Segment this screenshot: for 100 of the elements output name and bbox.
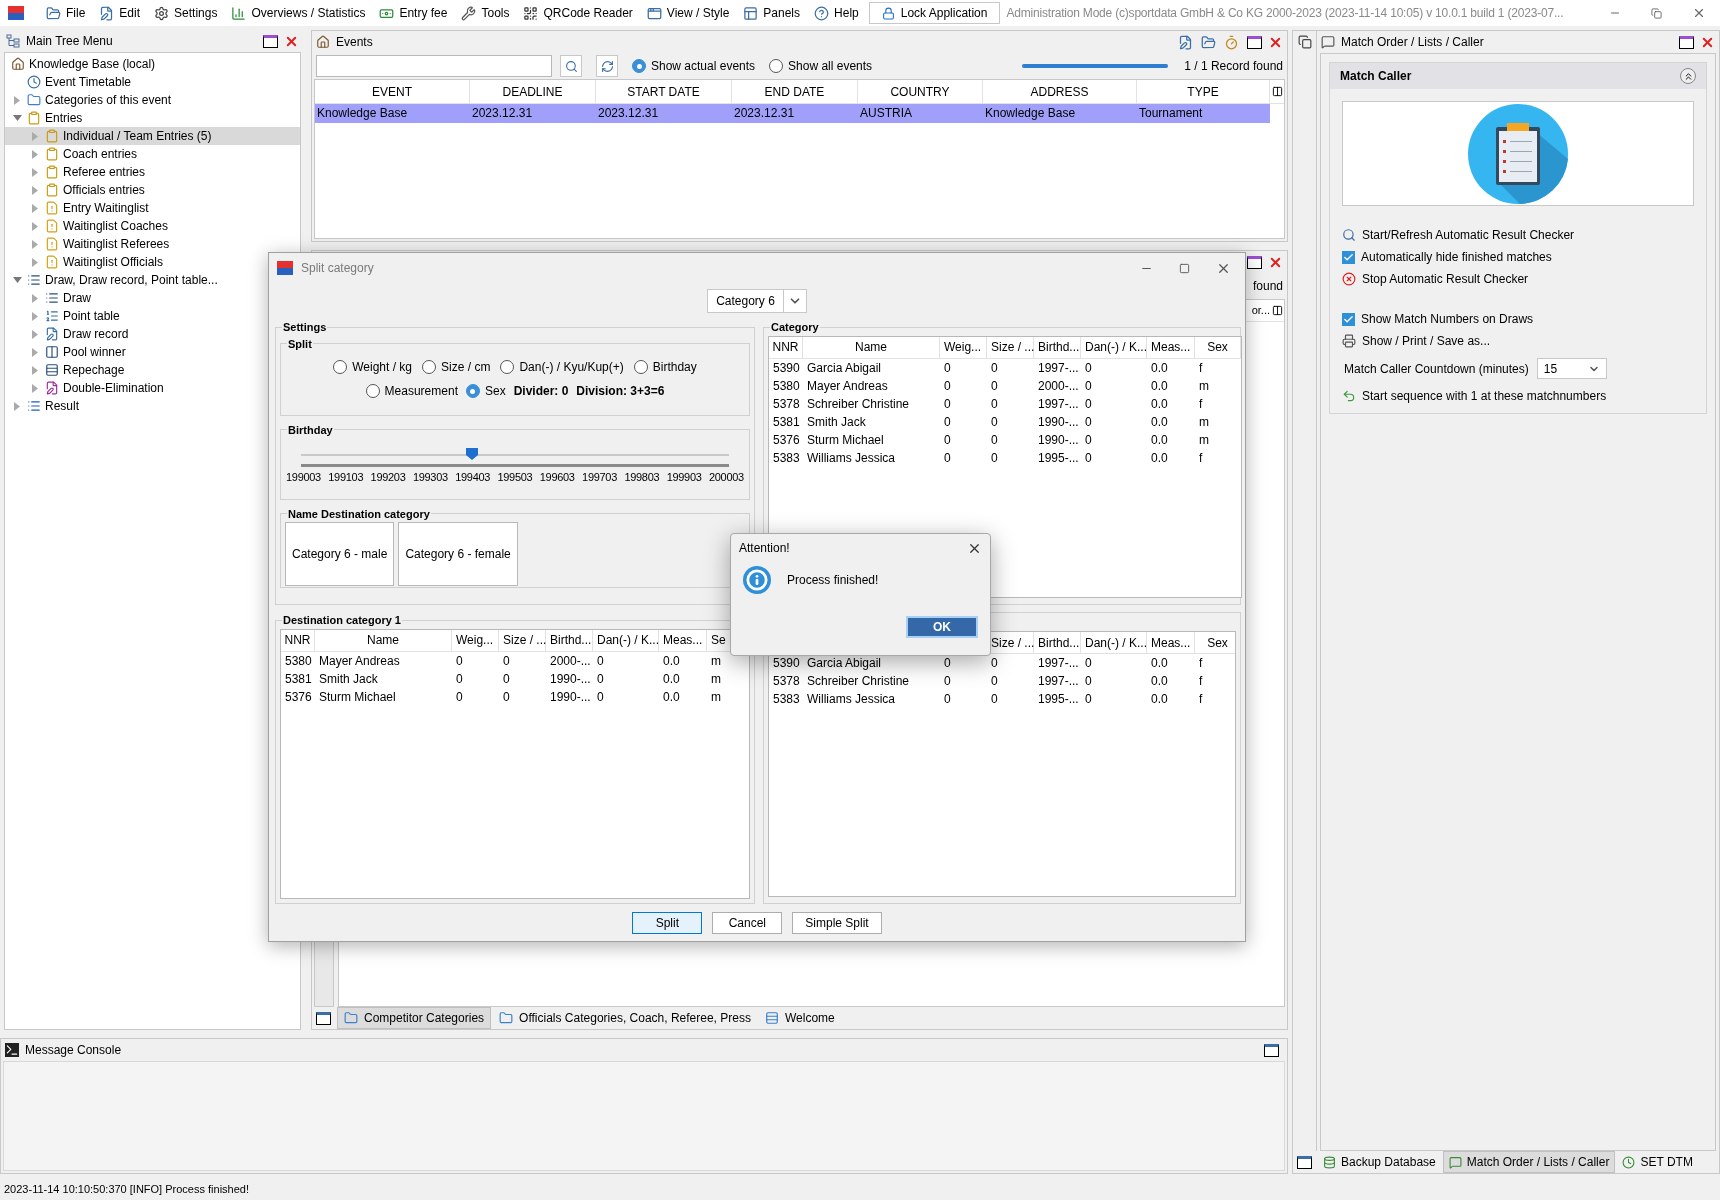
search-field[interactable] (316, 55, 552, 77)
collapsed-arrow-icon[interactable] (32, 221, 38, 231)
tab[interactable]: Welcome (758, 1007, 841, 1029)
tree-row[interactable]: Repechage (5, 361, 129, 379)
maximize-panel-button[interactable] (1247, 255, 1262, 269)
close-icon[interactable] (1692, 6, 1706, 20)
tree-row[interactable]: Point table (5, 307, 124, 325)
ok-button[interactable]: OK (906, 615, 978, 638)
collapse-button[interactable] (1680, 68, 1696, 84)
radio-label[interactable]: Measurement (384, 382, 458, 400)
column-header[interactable]: Meas... (1147, 632, 1195, 653)
tab[interactable]: Competitor Categories (337, 1007, 492, 1029)
maximize-panel-button[interactable] (1264, 1043, 1279, 1057)
dialog-button[interactable]: Cancel (712, 911, 783, 934)
menu-item[interactable]: Settings (154, 4, 218, 22)
column-header[interactable]: Name (803, 336, 940, 358)
menu-item[interactable]: Tools (461, 4, 510, 22)
folder-icon[interactable] (1201, 34, 1216, 50)
collapsed-arrow-icon[interactable] (14, 401, 20, 411)
column-header[interactable]: Weig... (452, 629, 499, 651)
slider-thumb[interactable] (466, 448, 479, 460)
collapsed-arrow-icon[interactable] (32, 365, 38, 375)
column-chooser-icon[interactable] (1272, 305, 1283, 316)
tree-row[interactable]: Referee entries (5, 163, 150, 181)
pages-icon[interactable] (1297, 35, 1312, 49)
tree-row[interactable]: Waitinglist Referees (5, 235, 174, 253)
tree-row[interactable]: Waitinglist Coaches (5, 217, 172, 235)
radio-button[interactable] (365, 384, 380, 398)
radio-label[interactable]: Size / cm (441, 358, 491, 376)
collapsed-arrow-icon[interactable] (32, 167, 38, 177)
menu-item[interactable]: Overviews / Statistics (231, 4, 366, 22)
dialog-button[interactable]: Simple Split (792, 911, 882, 934)
column-header[interactable]: Weig... (940, 336, 987, 358)
column-chooser-icon[interactable] (1271, 86, 1283, 97)
collapsed-arrow-icon[interactable] (32, 383, 38, 393)
collapsed-arrow-icon[interactable] (32, 203, 38, 213)
column-header[interactable]: DEADLINE (470, 80, 596, 103)
tree-row[interactable]: Entries (5, 109, 87, 127)
tree-row[interactable]: Draw, Draw record, Point table... (5, 271, 222, 289)
radio-button[interactable] (465, 384, 480, 398)
radio-label[interactable]: Weight / kg (352, 358, 413, 376)
collapsed-arrow-icon[interactable] (32, 239, 38, 249)
expanded-arrow-icon[interactable] (12, 277, 22, 283)
column-header[interactable]: Dan(-) / K... (593, 629, 659, 651)
menu-item[interactable]: Entry fee (379, 4, 448, 22)
tree-row[interactable]: Officials entries (5, 181, 149, 199)
menu-item[interactable]: File (46, 4, 86, 22)
column-header[interactable]: EVENT (315, 80, 470, 103)
tree-row[interactable]: Pool winner (5, 343, 130, 361)
maximize-panel-button[interactable] (1247, 35, 1262, 49)
collapsed-arrow-icon[interactable] (32, 149, 38, 159)
tree-row[interactable]: Result (5, 397, 83, 415)
action-link[interactable]: Stop Automatic Result Checker (1342, 270, 1694, 288)
collapsed-arrow-icon[interactable] (32, 329, 38, 339)
tab[interactable]: SET DTM (1617, 1151, 1698, 1173)
tree-row[interactable]: Entry Waitinglist (5, 199, 153, 217)
lock-button[interactable]: Lock Application (868, 2, 1001, 24)
action-link[interactable]: Start/Refresh Automatic Result Checker (1342, 226, 1694, 244)
column-header[interactable]: NNR (281, 629, 315, 651)
tree-row[interactable]: Individual / Team Entries (5) (5, 127, 300, 145)
column-header[interactable]: Birthd... (1034, 336, 1081, 358)
column-header[interactable]: Sex (1195, 632, 1235, 653)
radio-button[interactable] (422, 360, 437, 374)
name-field[interactable]: Category 6 - female (398, 522, 518, 586)
radio-button[interactable] (500, 360, 515, 374)
tree-row[interactable]: Double-Elimination (5, 379, 168, 397)
radio-label[interactable]: Show all events (788, 57, 873, 75)
tree-row[interactable]: Categories of this event (5, 91, 176, 109)
category-dropdown[interactable]: Category 6 (707, 289, 807, 313)
radio-label[interactable]: Sex (484, 382, 506, 400)
refresh-button[interactable] (596, 55, 618, 77)
sequence-link[interactable]: Start sequence with 1 at these matchnumbers (1330, 387, 1619, 405)
tree-item[interactable]: Knowledge Base (local) (29, 55, 156, 73)
tree-row[interactable]: Event Timetable (5, 73, 136, 91)
collapsed-arrow-icon[interactable] (32, 257, 38, 267)
radio-button[interactable] (632, 59, 646, 73)
column-header[interactable]: Dan(-) / K... (1081, 632, 1147, 653)
tree-row[interactable]: Draw record (5, 325, 133, 343)
column-header[interactable]: or... (1251, 302, 1270, 319)
menu-item[interactable]: Edit (99, 4, 141, 22)
maximize-icon[interactable] (1179, 262, 1190, 274)
name-field[interactable]: Category 6 - male (285, 522, 395, 586)
column-header[interactable]: END DATE (732, 80, 858, 103)
column-header[interactable]: Birthd... (1034, 632, 1081, 653)
tree-row[interactable]: Coach entries (5, 145, 142, 163)
collapsed-arrow-icon[interactable] (32, 185, 38, 195)
action-link[interactable]: Show / Print / Save as... (1342, 332, 1694, 350)
expanded-arrow-icon[interactable] (12, 115, 22, 121)
edit-icon[interactable] (1178, 34, 1193, 50)
panel-toggle-button[interactable] (1297, 1155, 1312, 1169)
column-header[interactable]: Name (315, 629, 452, 651)
menu-item[interactable]: QRCode Reader (523, 4, 633, 22)
column-header[interactable]: Birthd... (546, 629, 593, 651)
tab[interactable]: Match Order / Lists / Caller (1442, 1151, 1616, 1173)
column-header[interactable]: Size / ... (499, 629, 546, 651)
clock-icon[interactable] (1224, 34, 1239, 50)
column-header[interactable]: COUNTRY (858, 80, 983, 103)
radio-label[interactable]: Show actual events (651, 57, 756, 75)
table-row[interactable]: Knowledge Base 2023.12.31 2023.12.31 2023.12.31 AUSTRIA Knowledge Base Tournament (315, 104, 1270, 123)
menu-item[interactable]: Panels (743, 4, 801, 22)
